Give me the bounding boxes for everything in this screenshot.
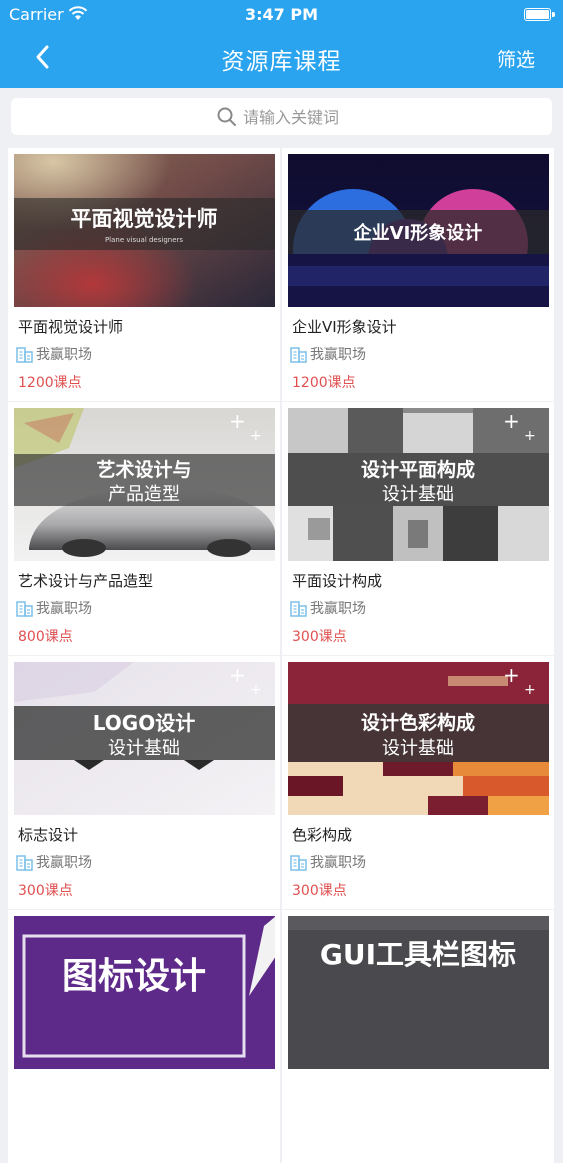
building-icon: [16, 347, 33, 363]
banner-title: 艺术设计与: [96, 459, 191, 481]
course-card[interactable]: GUI工具栏图标: [282, 910, 554, 1163]
course-price: 300课点: [292, 883, 347, 899]
banner-title: 设计平面构成: [361, 458, 475, 481]
svg-text:+: +: [229, 663, 246, 687]
svg-text:+: +: [524, 682, 536, 698]
provider-label: 我赢职场: [310, 855, 366, 871]
svg-text:+: +: [250, 428, 262, 444]
banner-title: 企业VI形象设计: [353, 222, 483, 244]
course-thumbnail: + + 艺术设计与 产品造型: [14, 408, 275, 561]
building-icon: [290, 601, 307, 617]
banner-subtitle: 设计基础: [382, 484, 454, 505]
banner-title: LOGO设计: [93, 711, 195, 735]
svg-text:+: +: [503, 663, 520, 687]
course-thumbnail: GUI工具栏图标: [288, 916, 549, 1069]
battery-icon: [524, 8, 555, 21]
course-name: 平面设计构成: [292, 572, 383, 590]
course-thumbnail: 图标设计: [14, 916, 275, 1069]
course-card[interactable]: 平面视觉设计师 Plane visual designers 平面视觉设计师 我…: [8, 148, 280, 401]
page-title: 资源库课程: [221, 49, 342, 75]
course-price: 300课点: [292, 629, 347, 645]
course-thumbnail: 企业VI形象设计: [288, 154, 549, 307]
banner-subtitle: 设计基础: [382, 738, 454, 759]
banner-title: GUI工具栏图标: [320, 938, 516, 971]
building-icon: [290, 855, 307, 871]
banner-subtitle: 产品造型: [108, 484, 180, 505]
course-thumbnail: + + LOGO设计 设计基础: [14, 662, 275, 815]
search-input[interactable]: [243, 104, 523, 130]
course-card[interactable]: + + 设计色彩构成 设计基础 色彩构成 我赢职场 300课点: [282, 656, 554, 909]
filter-button[interactable]: 筛选: [497, 45, 535, 72]
app-header: Carrier 3:47 PM 资源库课程 筛选: [0, 0, 563, 88]
provider-label: 我赢职场: [36, 855, 92, 871]
course-card[interactable]: + + 设计平面构成 设计基础 平面设计构成 我赢职场 300课点: [282, 402, 554, 655]
course-grid: 平面视觉设计师 Plane visual designers 平面视觉设计师 我…: [8, 148, 556, 1163]
banner-subtitle: 设计基础: [108, 738, 180, 759]
course-name: 色彩构成: [292, 826, 353, 844]
provider-label: 我赢职场: [36, 601, 92, 617]
status-bar: Carrier 3:47 PM: [0, 0, 563, 30]
banner-title: 设计色彩构成: [361, 711, 475, 734]
course-thumbnail: 平面视觉设计师 Plane visual designers: [14, 154, 275, 307]
course-card[interactable]: 图标设计: [8, 910, 280, 1163]
svg-text:+: +: [229, 409, 246, 433]
course-thumbnail: + + 设计平面构成 设计基础: [288, 408, 549, 561]
banner-title: 平面视觉设计师: [71, 207, 218, 231]
course-name: 平面视觉设计师: [18, 318, 124, 336]
course-price: 1200课点: [292, 375, 356, 391]
course-name: 艺术设计与产品造型: [18, 572, 154, 590]
course-name: 企业VI形象设计: [292, 318, 397, 336]
svg-text:+: +: [524, 428, 536, 444]
search-box[interactable]: [11, 98, 552, 135]
course-card[interactable]: + + LOGO设计 设计基础 标志设计 我赢职场 300课点: [8, 656, 280, 909]
course-price: 1200课点: [18, 375, 82, 391]
provider-label: 我赢职场: [310, 347, 366, 363]
banner-subtitle: Plane visual designers: [105, 236, 183, 244]
course-card[interactable]: 企业VI形象设计 企业VI形象设计 我赢职场 1200课点: [282, 148, 554, 401]
building-icon: [290, 347, 307, 363]
course-price: 300课点: [18, 883, 73, 899]
building-icon: [16, 855, 33, 871]
building-icon: [16, 601, 33, 617]
search-icon: [217, 107, 236, 126]
course-thumbnail: + + 设计色彩构成 设计基础: [288, 662, 549, 815]
course-price: 800课点: [18, 629, 73, 645]
provider-label: 我赢职场: [310, 601, 366, 617]
course-card[interactable]: + + 艺术设计与 产品造型 艺术设计与产品造型 我赢职场 800课点: [8, 402, 280, 655]
course-name: 标志设计: [18, 826, 79, 844]
svg-text:+: +: [503, 409, 520, 433]
svg-text:+: +: [250, 682, 262, 698]
nav-bar: 资源库课程 筛选: [0, 30, 563, 88]
provider-label: 我赢职场: [36, 347, 92, 363]
search-section: [0, 88, 563, 146]
banner-title: 图标设计: [62, 956, 206, 997]
status-time: 3:47 PM: [244, 5, 318, 24]
